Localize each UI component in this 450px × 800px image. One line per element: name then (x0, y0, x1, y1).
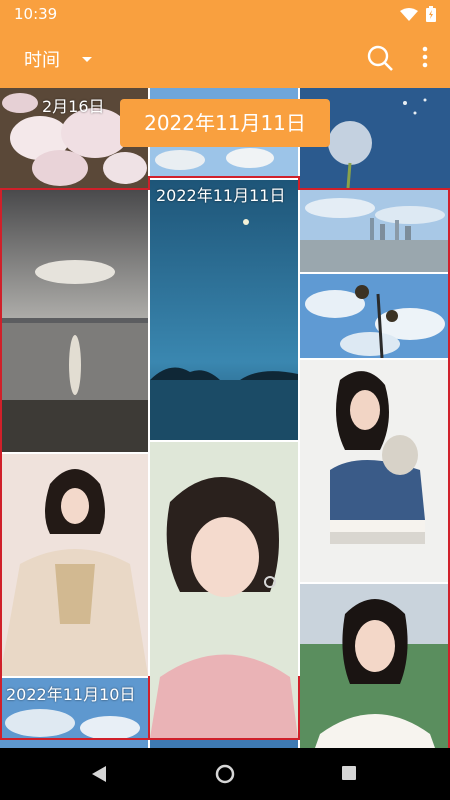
recents-icon[interactable] (340, 764, 358, 786)
back-icon[interactable] (90, 764, 108, 788)
app-bar: 时间 (0, 28, 450, 88)
date-header-nov10: 2022年11月10日 (6, 685, 136, 704)
status-bar: 10:39 (0, 0, 450, 28)
date-header-nov11: 2022年11月11日 (156, 186, 286, 205)
wifi-icon (400, 7, 418, 26)
dropdown-arrow-icon[interactable] (80, 50, 94, 69)
photo-woman-pink[interactable] (150, 442, 298, 738)
photo-woman-dress[interactable] (0, 454, 148, 676)
photo-night-sea-moon[interactable] (150, 180, 298, 440)
status-time: 10:39 (14, 5, 58, 23)
navigation-bar (0, 748, 450, 800)
home-icon[interactable] (215, 764, 235, 788)
photo-grid[interactable]: 2月16日 2022年11月11日 2022年11月10日 2022年11月11… (0, 88, 450, 748)
more-vert-icon[interactable] (418, 44, 432, 74)
date-header-feb16: 2月16日 (42, 97, 105, 116)
photo-woman-with-cat[interactable] (300, 360, 450, 582)
photo-woman-field[interactable] (300, 584, 450, 748)
status-icons (400, 6, 436, 26)
photo-sea-sunset[interactable] (0, 190, 148, 452)
photo-sky-nov10-b[interactable] (150, 740, 298, 748)
battery-icon (426, 6, 436, 26)
photo-city-skyline[interactable] (300, 190, 450, 272)
scroll-date-bubble: 2022年11月11日 (120, 99, 330, 147)
photo-street-lamp-clouds[interactable] (300, 274, 450, 358)
search-icon[interactable] (365, 43, 395, 77)
view-mode-title[interactable]: 时间 (24, 46, 60, 72)
